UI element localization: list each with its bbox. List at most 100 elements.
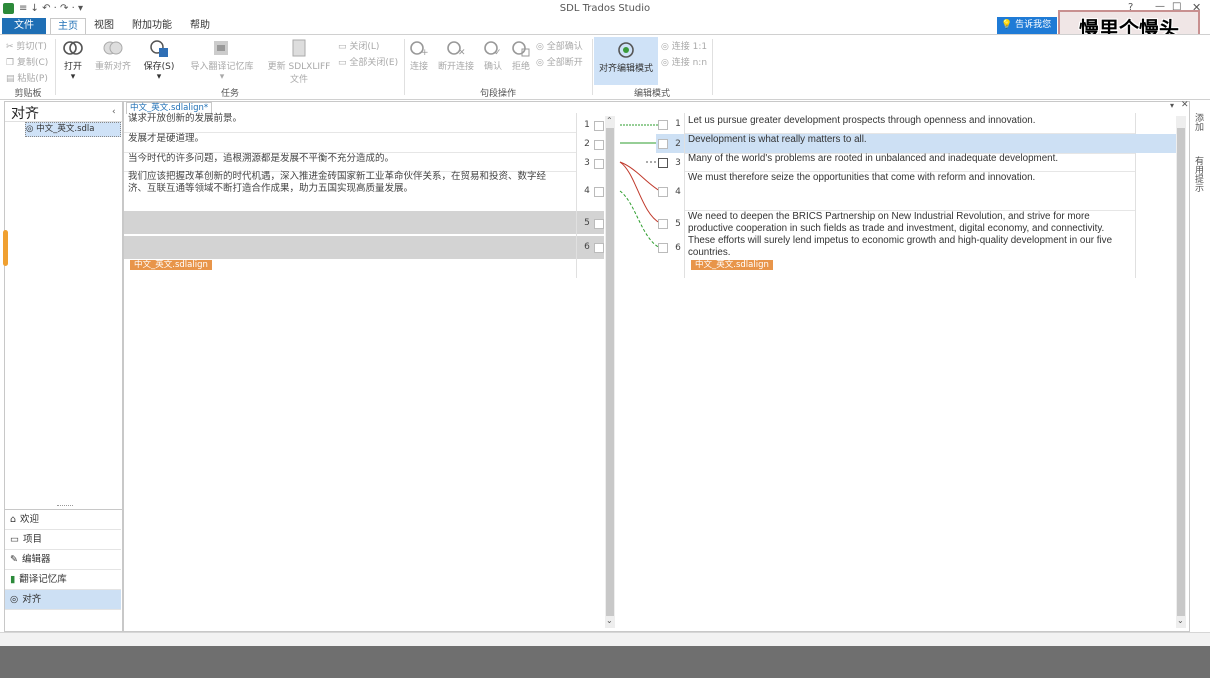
link-4-6[interactable] bbox=[619, 190, 661, 249]
source-segment-6[interactable] bbox=[124, 236, 604, 259]
source-checkbox[interactable] bbox=[594, 159, 604, 169]
collapse-panel-icon[interactable]: ‹ bbox=[112, 107, 116, 117]
import-tm-icon bbox=[212, 39, 232, 57]
target-segment-4[interactable]: We must therefore seize the opportunitie… bbox=[688, 172, 1132, 184]
copy-icon: ❐ bbox=[6, 58, 15, 68]
nav-buttons: ⌂ 欢迎 ▭ 项目 ✎ 编辑器 ▮ 翻译记忆库 ◎ 对齐 bbox=[5, 510, 122, 631]
tell-me-box[interactable]: 💡 告诉我您想 bbox=[997, 17, 1057, 47]
nav-item-editor[interactable]: ✎ 编辑器 bbox=[5, 550, 121, 570]
tab-home[interactable]: 主页 bbox=[50, 18, 86, 35]
target-scrollbar[interactable]: ⌄ bbox=[1176, 116, 1186, 628]
source-number: 2 bbox=[584, 139, 590, 149]
side-tab-add[interactable]: 添加 bbox=[1192, 113, 1205, 131]
source-number-column: 1 2 3 4 5 6 bbox=[576, 113, 607, 278]
target-segment-1[interactable]: Let us pursue greater development prospe… bbox=[688, 115, 1132, 127]
svg-text:✕: ✕ bbox=[458, 48, 466, 57]
splitter-grip[interactable] bbox=[57, 505, 73, 508]
reject-button[interactable]: 拒绝 bbox=[508, 39, 534, 72]
target-number: 4 bbox=[675, 187, 681, 197]
realign-button[interactable]: 重新对齐 bbox=[92, 39, 134, 72]
side-handle[interactable] bbox=[3, 230, 8, 266]
connect-1-1-button[interactable]: ◎ 连接 1:1 bbox=[661, 39, 707, 52]
source-checkbox[interactable] bbox=[594, 121, 604, 131]
tab-dropdown-icon[interactable]: ▾ bbox=[1170, 101, 1174, 110]
source-checkbox[interactable] bbox=[594, 243, 604, 253]
tree-item-alignment-file[interactable]: ◎ 中文_英文.sdla bbox=[25, 122, 121, 137]
connect-label: 连接 bbox=[409, 62, 428, 72]
link-3-5[interactable] bbox=[619, 161, 661, 224]
source-segment-4[interactable]: 我们应该把握改革创新的时代机遇，深入推进金砖国家新工业革命伙伴关系，在贸易和投资… bbox=[128, 171, 560, 195]
target-segment-5[interactable]: We need to deepen the BRICS Partnership … bbox=[688, 211, 1132, 259]
target-checkbox[interactable] bbox=[658, 187, 668, 197]
scroll-down-icon[interactable]: ⌄ bbox=[1177, 616, 1184, 625]
confirm-label: 确认 bbox=[483, 62, 502, 72]
target-number: 3 bbox=[675, 158, 681, 168]
nav-item-translation-memories[interactable]: ▮ 翻译记忆库 bbox=[5, 570, 121, 590]
target-segment-3[interactable]: Many of the world's problems are rooted … bbox=[688, 153, 1132, 165]
source-segment-5[interactable] bbox=[124, 211, 604, 234]
source-checkbox[interactable] bbox=[594, 219, 604, 229]
scroll-thumb[interactable] bbox=[1177, 128, 1185, 616]
group-tasks: 任务 bbox=[220, 89, 239, 99]
tab-help[interactable]: 帮助 bbox=[184, 18, 216, 34]
save-button[interactable]: 保存(S) ▾ bbox=[140, 39, 178, 82]
target-checkbox[interactable] bbox=[658, 219, 668, 229]
source-number: 4 bbox=[584, 186, 590, 196]
close-document-icon[interactable]: ✕ bbox=[1181, 100, 1189, 110]
navigation-panel: 对齐 ‹ ◎ 中文_英文.sdla ⌂ 欢迎 ▭ 项目 ✎ 编辑器 ▮ 翻译记忆库 ◎ 对… bbox=[4, 101, 123, 632]
nav-item-alignment[interactable]: ◎ 对齐 bbox=[5, 590, 121, 610]
align-edit-mode-button[interactable]: 对齐编辑模式 bbox=[594, 37, 658, 85]
source-checkbox[interactable] bbox=[594, 140, 604, 150]
nav-item-label: 翻译记忆库 bbox=[19, 574, 67, 585]
scroll-up-icon[interactable]: ⌃ bbox=[606, 116, 613, 125]
target-checkbox[interactable] bbox=[658, 158, 668, 168]
copy-button[interactable]: ❐ 复制(C) bbox=[6, 55, 48, 68]
nav-item-projects[interactable]: ▭ 项目 bbox=[5, 530, 121, 550]
confirm-button[interactable]: ✓ 确认 bbox=[480, 39, 506, 72]
nav-item-welcome[interactable]: ⌂ 欢迎 bbox=[5, 510, 121, 530]
tab-view[interactable]: 视图 bbox=[88, 18, 120, 34]
group-segment-operations: 句段操作 bbox=[479, 89, 516, 99]
close-button[interactable]: ▭ 关闭(L) bbox=[338, 39, 379, 52]
disconnect-button[interactable]: ✕ 断开连接 bbox=[436, 39, 476, 72]
import-tm-button[interactable]: 导入翻译记忆库 ▾ bbox=[186, 39, 258, 82]
nav-item-label: 欢迎 bbox=[20, 514, 40, 525]
paste-button[interactable]: ▤ 粘贴(P) bbox=[6, 71, 48, 84]
target-checkbox[interactable] bbox=[658, 139, 668, 149]
source-segment-2[interactable]: 发展才是硬道理。 bbox=[128, 133, 568, 145]
tab-addons[interactable]: 附加功能 bbox=[126, 18, 178, 34]
cut-button[interactable]: ✂ 剪切(T) bbox=[6, 39, 47, 52]
title-bar: ≡ ↓ ↶ · ↷ · ▾ SDL Trados Studio ? — □ ✕ bbox=[0, 0, 1210, 18]
connect-button[interactable]: + 连接 bbox=[406, 39, 432, 72]
source-scrollbar[interactable]: ⌃ ⌄ bbox=[605, 116, 615, 628]
desktop-strip bbox=[0, 646, 1210, 678]
confirm-all-icon: ◎ bbox=[536, 42, 544, 52]
source-checkbox[interactable] bbox=[594, 187, 604, 197]
ribbon-separator bbox=[404, 39, 405, 95]
scroll-down-icon[interactable]: ⌄ bbox=[606, 616, 613, 625]
pencil-icon: ✎ bbox=[10, 554, 18, 565]
link-3-4[interactable] bbox=[619, 161, 661, 192]
target-checkbox[interactable] bbox=[658, 120, 668, 130]
group-edit-mode: 编辑模式 bbox=[633, 89, 670, 99]
tab-file[interactable]: 文件 bbox=[2, 18, 46, 34]
update-sdlxliff-button[interactable]: 更新 SDLXLIFF 文件 bbox=[264, 39, 334, 85]
side-tab-tips[interactable]: 有用提示 bbox=[1192, 156, 1205, 192]
target-checkbox[interactable] bbox=[658, 243, 668, 253]
reject-icon bbox=[511, 39, 531, 57]
disconnect-all-button[interactable]: ◎ 全部断开 bbox=[536, 55, 583, 68]
open-button[interactable]: 打开 ▾ bbox=[58, 39, 88, 82]
save-dropdown-icon: ▾ bbox=[156, 72, 162, 82]
source-segment-3[interactable]: 当今时代的许多问题，追根溯源都是发展不平衡不充分造成的。 bbox=[128, 153, 568, 165]
connect-n-n-button[interactable]: ◎ 连接 n:n bbox=[661, 55, 707, 68]
paste-icon: ▤ bbox=[6, 74, 15, 84]
side-tabs: 添加 有用提示 bbox=[1190, 101, 1206, 201]
source-segment-1[interactable]: 谋求开放创新的发展前景。 bbox=[128, 113, 568, 125]
update-icon bbox=[289, 39, 309, 57]
svg-text:+: + bbox=[421, 48, 429, 57]
ribbon-separator bbox=[592, 39, 593, 95]
scroll-thumb[interactable] bbox=[606, 128, 614, 616]
close-all-button[interactable]: ▭ 全部关闭(E) bbox=[338, 55, 398, 68]
target-segment-2[interactable]: Development is what really matters to al… bbox=[688, 134, 1132, 146]
confirm-all-button[interactable]: ◎ 全部确认 bbox=[536, 39, 583, 52]
